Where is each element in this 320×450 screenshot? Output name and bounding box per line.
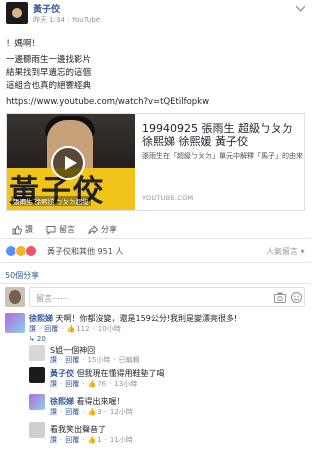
reply-time[interactable]: 13小時 bbox=[114, 379, 137, 389]
reply-reply-link[interactable]: 回覆 bbox=[65, 407, 79, 417]
reply-like-link[interactable]: 讚 bbox=[50, 379, 57, 389]
share-icon bbox=[88, 224, 98, 235]
post-meta: 昨天 1:34 · YouTube bbox=[33, 15, 100, 25]
thumbs-up-icon: 👍 bbox=[87, 436, 97, 444]
reply-time[interactable]: 12小時 bbox=[110, 407, 133, 417]
comment-button[interactable]: 留言 bbox=[46, 224, 75, 235]
thumbs-up-icon: 👍 bbox=[66, 325, 76, 333]
reply-arrow-icon: ↳ bbox=[29, 335, 35, 343]
post-time[interactable]: 昨天 1:34 bbox=[33, 16, 65, 24]
comment-like-link[interactable]: 讚 bbox=[29, 324, 36, 334]
reply-like-count[interactable]: 👍 3 bbox=[87, 408, 101, 416]
post-line-3: 結果找到早遺忘的這個 bbox=[6, 68, 92, 78]
reply-like-link[interactable]: 讚 bbox=[50, 407, 57, 417]
divider bbox=[0, 262, 311, 263]
comment-label: 留言 bbox=[59, 225, 75, 234]
reply-body: 看我笑出聲音了 bbox=[50, 424, 106, 435]
commenter-avatar[interactable] bbox=[5, 313, 25, 333]
reply-avatar[interactable] bbox=[29, 422, 45, 438]
video-description: 張雨生在「超級ㄅㄆㄉ」單元中解釋「馬子」的由來 bbox=[142, 152, 303, 160]
reply-like-link[interactable]: 讚 bbox=[50, 355, 57, 365]
reply-author-name[interactable]: 黃子佼 bbox=[50, 369, 74, 378]
reply-text: 看得出來喔！ bbox=[76, 397, 125, 406]
reply-time[interactable]: 11小時 bbox=[110, 435, 133, 445]
edited-label[interactable]: 已編輯 bbox=[119, 355, 140, 365]
reply-text: 但我現在懂得用鞋墊了喝 bbox=[76, 369, 165, 378]
comment-icon bbox=[46, 225, 56, 235]
commenter-name[interactable]: 徐熙娣 bbox=[29, 314, 53, 323]
emoji-icon[interactable] bbox=[291, 292, 302, 305]
post-line-1: ！媽啊！ bbox=[6, 39, 41, 49]
comment-body: 徐熙娣 天啊！你都沒變，還是159公分!我則是變漂亮很多! bbox=[29, 313, 237, 324]
author-name[interactable]: 黃子佼 bbox=[33, 2, 60, 15]
reply-reply-link[interactable]: 回覆 bbox=[65, 435, 79, 445]
reply-reply-link[interactable]: 回覆 bbox=[65, 379, 79, 389]
thumbs-up-icon bbox=[12, 225, 22, 235]
view-replies-link[interactable]: ↳ 20 bbox=[29, 335, 46, 343]
author-avatar[interactable] bbox=[6, 2, 28, 24]
video-title[interactable]: 19940925 張雨生 超級ㄅㄆㄉ 徐熙娣 徐熙媛 黃子佼 bbox=[142, 122, 302, 148]
comment-like-count[interactable]: 👍 112 bbox=[66, 325, 89, 333]
reply-avatar[interactable] bbox=[29, 394, 45, 410]
reply-time[interactable]: 15小時 bbox=[87, 355, 110, 365]
reply-like-count[interactable]: 👍 1 bbox=[87, 436, 101, 444]
comment-placeholder: 留言⋯⋯ bbox=[36, 294, 68, 303]
reply-body: 徐熙娣 看得出來喔！ bbox=[50, 396, 125, 407]
reactions-summary[interactable]: 黃子佼和其他 951 人 bbox=[47, 246, 123, 257]
play-icon[interactable] bbox=[51, 146, 85, 180]
comment-reply-link[interactable]: 回覆 bbox=[44, 324, 58, 334]
reply-avatar[interactable] bbox=[29, 367, 45, 383]
post-line-2: 一邊聽雨生一邊找影片 bbox=[6, 55, 92, 65]
love-reaction-icon bbox=[25, 245, 37, 257]
reply-meta: 讚 · 回覆 · 👍 76 · 13小時 bbox=[50, 379, 138, 389]
shares-count[interactable]: 50個分享 bbox=[5, 270, 39, 281]
thumbnail-caption: 張雨生 徐熙娣 ㄅㄆㄉ超級 bbox=[11, 196, 91, 206]
reply-avatar[interactable] bbox=[29, 345, 45, 361]
comment-text: 天啊！你都沒變，還是159公分!我則是變漂亮很多! bbox=[55, 314, 238, 323]
post-line-4: 這組合也真的絕響經典 bbox=[6, 81, 92, 91]
reply-meta: 讚 · 回覆 · 👍 3 · 12小時 bbox=[50, 407, 133, 417]
divider bbox=[0, 238, 311, 239]
comment-input[interactable]: 留言⋯⋯ bbox=[29, 287, 305, 307]
comment-sort-dropdown[interactable]: 人氣留言 ▾ bbox=[266, 246, 305, 257]
like-button[interactable]: 讚 bbox=[12, 224, 33, 235]
share-button[interactable]: 分享 bbox=[88, 224, 117, 235]
globe-icon: · bbox=[67, 16, 70, 24]
reply-reply-link[interactable]: 回覆 bbox=[65, 355, 79, 365]
post-via[interactable]: YouTube bbox=[72, 16, 100, 24]
like-label: 讚 bbox=[25, 225, 33, 234]
video-card[interactable]: 黃子佼 張雨生 徐熙娣 ㄅㄆㄉ超級 19940925 張雨生 超級ㄅㄆㄉ 徐熙娣… bbox=[6, 113, 305, 211]
reply-author-name[interactable]: 徐熙娣 bbox=[50, 397, 74, 406]
comment-time[interactable]: 10小時 bbox=[98, 324, 121, 334]
reply-meta: 讚 · 回覆 · 15小時 · 已編輯 bbox=[50, 355, 140, 365]
reply-text: 看我笑出聲音了 bbox=[50, 425, 106, 434]
thumbs-up-icon: 👍 bbox=[87, 408, 97, 416]
video-source: YOUTUBE.COM bbox=[142, 194, 194, 202]
camera-icon[interactable] bbox=[274, 292, 286, 305]
reply-like-count[interactable]: 👍 76 bbox=[87, 380, 106, 388]
comment-meta: 讚 · 回覆 · 👍 112 · 10小時 bbox=[29, 324, 121, 334]
video-thumbnail[interactable]: 黃子佼 張雨生 徐熙娣 ㄅㄆㄉ超級 bbox=[7, 114, 135, 210]
thumbs-up-icon: 👍 bbox=[87, 380, 97, 388]
reaction-icons[interactable] bbox=[5, 244, 37, 258]
reply-text: S姐一個神回 bbox=[50, 346, 96, 355]
my-avatar bbox=[5, 287, 25, 307]
chevron-down-icon[interactable] bbox=[295, 5, 306, 14]
post-url-link[interactable]: https://www.youtube.com/watch?v=tQEtilfo… bbox=[6, 97, 209, 107]
reply-body: 黃子佼 但我現在懂得用鞋墊了喝 bbox=[50, 368, 165, 379]
reply-meta: 讚 · 回覆 · 👍 1 · 11小時 bbox=[50, 435, 133, 445]
divider bbox=[0, 283, 311, 284]
share-label: 分享 bbox=[101, 225, 117, 234]
reply-like-link[interactable]: 讚 bbox=[50, 435, 57, 445]
